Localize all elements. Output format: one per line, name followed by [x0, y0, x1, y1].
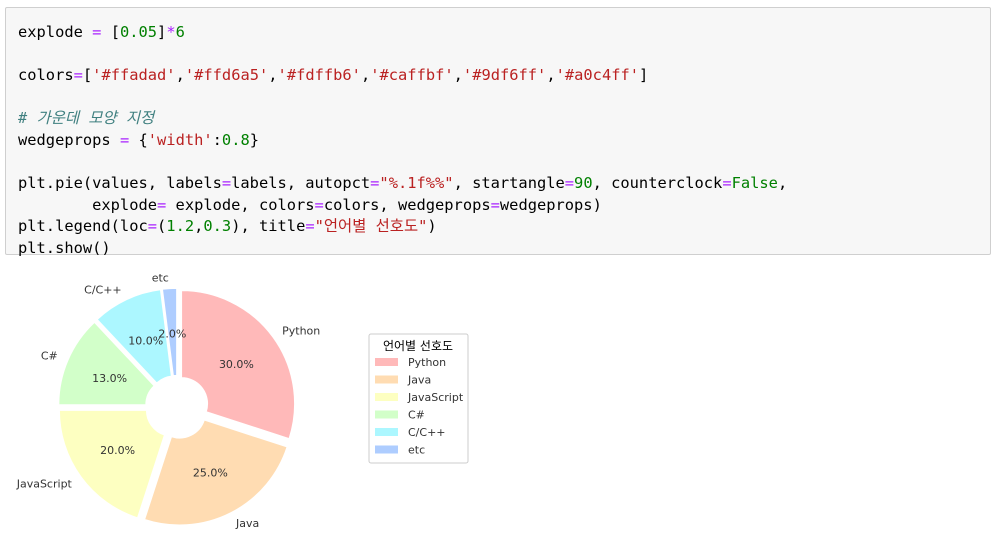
code-line-3: colors=['#ffadad','#ffd6a5','#fdffb6','#… [18, 66, 649, 85]
code-line-6: wedgeprops = {'width':0.8} [18, 130, 260, 149]
code-line-5: # 가운데 모양 지정 [18, 109, 155, 128]
code-line-9: explode= explode, colors=colors, wedgepr… [18, 195, 602, 214]
percent-label: 13.0% [92, 372, 127, 385]
legend-label: Java [407, 374, 431, 387]
pie-slices [58, 287, 296, 526]
category-label: etc [152, 271, 169, 284]
legend-swatch [375, 393, 398, 401]
category-label: C# [41, 349, 58, 362]
legend-label: C/C++ [408, 426, 446, 439]
legend-swatch [375, 428, 398, 436]
code-editor[interactable]: explode = [0.05]*6 colors=['#ffadad','#ff… [18, 22, 787, 260]
code-line-11: plt.show() [18, 238, 111, 257]
percent-label: 30.0% [219, 358, 254, 371]
percent-label: 20.0% [100, 444, 135, 457]
category-label: Java [235, 517, 259, 530]
cell-output: 30.0% 25.0% 20.0% 13.0% 10.0% 2.0% Python Java… [0, 260, 1000, 551]
legend-swatch [375, 375, 398, 384]
percent-label: 2.0% [158, 328, 186, 341]
slice-javascript [58, 409, 166, 519]
legend-title: 언어별 선호도 [383, 339, 453, 353]
legend-label: etc [408, 444, 425, 457]
category-label: Python [282, 325, 320, 338]
legend: 언어별 선호도 Python Java JavaScript C# C/C++ etc [368, 333, 469, 464]
legend-label: JavaScript [407, 391, 464, 404]
legend-swatch [375, 410, 398, 419]
legend-label: Python [408, 356, 446, 369]
legend-swatch [375, 358, 398, 366]
code-line-1: explode = [0.05]*6 [18, 23, 185, 41]
donut-chart: 30.0%25.0%20.0%13.0%10.0%2.0% PythonJava… [16, 271, 469, 530]
category-label: JavaScript [16, 477, 73, 490]
percent-label: 25.0% [193, 466, 228, 479]
category-label: C/C++ [84, 283, 122, 296]
code-cell[interactable]: explode = [0.05]*6 colors=['#ffadad','#ff… [5, 7, 991, 257]
code-line-8: plt.pie(values, labels=labels, autopct="… [18, 174, 788, 193]
code-line-10: plt.legend(loc=(1.2,0.3), title="언어별 선호도… [18, 217, 437, 236]
legend-swatch [375, 445, 398, 454]
legend-label: C# [408, 409, 425, 422]
